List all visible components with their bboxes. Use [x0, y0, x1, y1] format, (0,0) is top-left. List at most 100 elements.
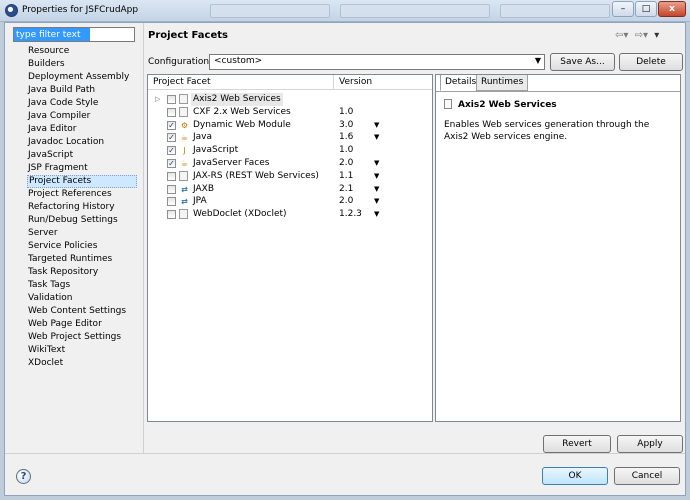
facet-name: JavaScript — [193, 145, 239, 156]
web-module-icon: ⚙ — [180, 120, 189, 130]
expand-arrow-icon[interactable]: ▷ — [155, 93, 160, 106]
version-dropdown-icon[interactable]: ▼ — [374, 208, 379, 221]
facet-version[interactable]: 2.1 — [339, 183, 353, 196]
ok-button[interactable]: OK — [542, 467, 608, 485]
sidebar-item-server[interactable]: Server — [27, 227, 137, 240]
sidebar-item-project-facets[interactable]: Project Facets — [27, 175, 137, 188]
save-as-button[interactable]: Save As... — [550, 53, 615, 71]
facet-row[interactable]: WebDoclet (XDoclet) 1.2.3 ▼ — [148, 208, 432, 221]
sidebar-item-web-content-settings[interactable]: Web Content Settings — [27, 305, 137, 318]
facet-version[interactable]: 1.1 — [339, 170, 353, 183]
tab-divider — [436, 91, 680, 92]
facet-row[interactable]: ✓ ☕ Java 1.6 ▼ — [148, 131, 432, 144]
sidebar-item-refactoring-history[interactable]: Refactoring History — [27, 201, 137, 214]
chevron-down-icon: ▼ — [534, 56, 541, 65]
view-menu-icon[interactable]: ▾ — [654, 30, 659, 41]
maximize-button[interactable]: □ — [635, 1, 657, 17]
sidebar-item-wikitext[interactable]: WikiText — [27, 344, 137, 357]
facet-checkbox[interactable]: ✓ — [167, 146, 176, 156]
facet-version[interactable]: 2.0 — [339, 157, 353, 170]
version-dropdown-icon[interactable]: ▼ — [374, 195, 379, 208]
window-title: Properties for JSFCrudApp — [22, 5, 139, 15]
facet-row[interactable]: ▷ Axis2 Web Services — [148, 93, 432, 106]
revert-button[interactable]: Revert — [543, 435, 611, 453]
facet-name: WebDoclet (XDoclet) — [193, 209, 287, 220]
sidebar-item-builders[interactable]: Builders — [27, 58, 137, 71]
delete-button[interactable]: Delete — [619, 53, 683, 71]
jaxb-icon: ⇄ — [181, 184, 188, 194]
facet-version[interactable]: 1.2.3 — [339, 208, 362, 221]
back-arrow-icon[interactable]: ⇦▾ — [615, 30, 628, 41]
facet-checkbox[interactable] — [167, 95, 176, 104]
sidebar-item-java-compiler[interactable]: Java Compiler — [27, 110, 137, 123]
column-header-facet[interactable]: Project Facet — [153, 77, 211, 87]
sidebar-item-java-code-style[interactable]: Java Code Style — [27, 97, 137, 110]
facet-checkbox[interactable] — [167, 107, 176, 117]
minimize-button[interactable]: – — [612, 1, 634, 17]
dialog-body: ResourceBuildersDeployment AssemblyJava … — [4, 22, 686, 496]
apply-button[interactable]: Apply — [617, 435, 683, 453]
sidebar-divider — [143, 23, 144, 453]
facet-checkbox[interactable]: ✓ — [167, 159, 176, 168]
facet-version[interactable]: 1.6 — [339, 131, 353, 144]
facet-row[interactable]: CXF 2.x Web Services 1.0 — [148, 106, 432, 119]
sidebar-item-targeted-runtimes[interactable]: Targeted Runtimes — [27, 253, 137, 266]
facet-name: Dynamic Web Module — [193, 119, 291, 130]
sidebar-item-java-build-path[interactable]: Java Build Path — [27, 84, 137, 97]
history-navigation: ⇦▾ ⇨▾ ▾ — [615, 30, 662, 41]
sidebar-item-validation[interactable]: Validation — [27, 292, 137, 305]
configuration-select[interactable]: <custom> ▼ — [209, 54, 545, 70]
facet-version[interactable]: 3.0 — [339, 119, 353, 132]
facet-checkbox[interactable] — [167, 197, 176, 207]
footer-divider — [5, 453, 685, 454]
facet-name: JPA — [193, 196, 207, 207]
tab-runtimes[interactable]: Runtimes — [476, 75, 529, 91]
filter-input[interactable] — [13, 27, 135, 42]
generic-icon — [179, 106, 188, 117]
facet-row[interactable]: ⇄ JPA 2.0 ▼ — [148, 195, 432, 208]
facet-checkbox[interactable] — [167, 184, 176, 194]
version-dropdown-icon[interactable]: ▼ — [374, 170, 379, 183]
facet-row[interactable]: ✓ J JavaScript 1.0 — [148, 144, 432, 157]
facet-row[interactable]: ✓ ⚙ Dynamic Web Module 3.0 ▼ — [148, 119, 432, 132]
sidebar-item-xdoclet[interactable]: XDoclet — [27, 357, 137, 370]
cancel-button[interactable]: Cancel — [614, 467, 680, 485]
help-icon[interactable]: ? — [16, 469, 31, 484]
eclipse-icon — [5, 4, 18, 17]
sidebar-item-task-tags[interactable]: Task Tags — [27, 279, 137, 292]
sidebar-item-deployment-assembly[interactable]: Deployment Assembly — [27, 71, 137, 84]
facet-checkbox[interactable]: ✓ — [167, 133, 176, 143]
column-divider — [333, 75, 334, 90]
sidebar-item-task-repository[interactable]: Task Repository — [27, 266, 137, 279]
sidebar-item-web-project-settings[interactable]: Web Project Settings — [27, 331, 137, 344]
facet-version: 1.0 — [339, 145, 354, 156]
version-dropdown-icon[interactable]: ▼ — [374, 131, 379, 144]
sidebar-item-javascript[interactable]: JavaScript — [27, 149, 137, 162]
close-button[interactable]: x — [658, 1, 686, 17]
sidebar-item-javadoc-location[interactable]: Javadoc Location — [27, 136, 137, 149]
version-dropdown-icon[interactable]: ▼ — [374, 157, 379, 170]
sidebar-item-run-debug-settings[interactable]: Run/Debug Settings — [27, 214, 137, 227]
version-dropdown-icon[interactable]: ▼ — [374, 119, 379, 132]
sidebar-item-java-editor[interactable]: Java Editor — [27, 123, 137, 136]
generic-icon — [179, 209, 188, 220]
sidebar-item-service-policies[interactable]: Service Policies — [27, 240, 137, 253]
sidebar-item-resource[interactable]: Resource — [27, 45, 137, 58]
sidebar-item-project-references[interactable]: Project References — [27, 188, 137, 201]
facet-version[interactable]: 2.0 — [339, 195, 353, 208]
sidebar-item-web-page-editor[interactable]: Web Page Editor — [27, 318, 137, 331]
facet-row[interactable]: ✓ ☕ JavaServer Faces 2.0 ▼ — [148, 157, 432, 170]
facet-row[interactable]: ⇄ JAXB 2.1 ▼ — [148, 183, 432, 196]
sidebar-item-jsp-fragment[interactable]: JSP Fragment — [27, 162, 137, 175]
window-titlebar: Properties for JSFCrudApp – □ x — [0, 0, 690, 22]
background-window-tab — [500, 4, 610, 18]
facet-checkbox[interactable] — [167, 171, 176, 181]
facet-checkbox[interactable]: ✓ — [167, 120, 176, 130]
facet-row[interactable]: JAX-RS (REST Web Services) 1.1 ▼ — [148, 170, 432, 183]
column-header-version[interactable]: Version — [339, 77, 372, 87]
forward-arrow-icon[interactable]: ⇨▾ — [635, 30, 648, 41]
configuration-value: <custom> — [214, 56, 263, 66]
facet-checkbox[interactable] — [167, 210, 176, 220]
version-dropdown-icon[interactable]: ▼ — [374, 183, 379, 196]
facet-name: Java — [193, 132, 213, 143]
